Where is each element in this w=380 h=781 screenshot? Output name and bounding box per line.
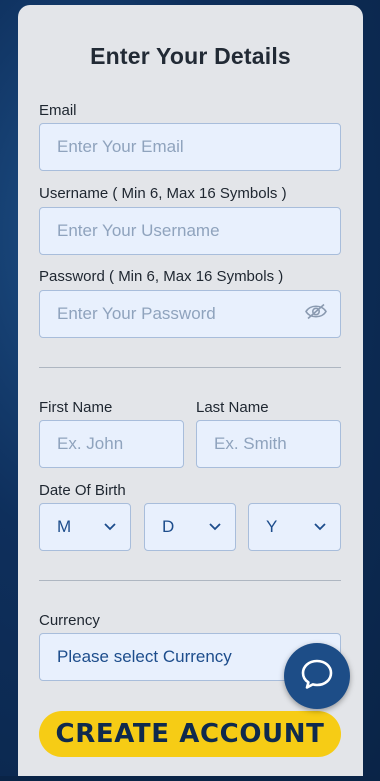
- last-name-input[interactable]: Ex. Smith: [196, 420, 341, 468]
- chevron-down-icon: [209, 518, 221, 536]
- dob-day-select[interactable]: D: [144, 503, 236, 551]
- divider: [39, 367, 341, 368]
- form-title: Enter Your Details: [90, 43, 291, 69]
- dob-month-select[interactable]: M: [39, 503, 131, 551]
- create-account-button[interactable]: CREATE ACCOUNT: [39, 711, 341, 757]
- dob-year-select[interactable]: Y: [248, 503, 341, 551]
- page-footer-strip: [0, 776, 380, 781]
- chevron-down-icon: [314, 518, 326, 536]
- currency-label: Currency: [39, 612, 100, 629]
- first-name-placeholder: Ex. John: [57, 434, 124, 453]
- chevron-down-icon: [104, 518, 116, 536]
- first-name-input[interactable]: Ex. John: [39, 420, 184, 468]
- dob-label: Date Of Birth: [39, 482, 126, 499]
- password-input[interactable]: Enter Your Password: [39, 290, 341, 338]
- password-label: Password ( Min 6, Max 16 Symbols ): [39, 268, 284, 285]
- last-name-placeholder: Ex. Smith: [214, 434, 287, 453]
- password-placeholder: Enter Your Password: [57, 304, 216, 323]
- username-placeholder: Enter Your Username: [57, 221, 220, 240]
- chat-button[interactable]: [284, 643, 350, 709]
- first-name-label: First Name: [39, 399, 113, 416]
- dob-year-value: Y: [266, 517, 278, 536]
- divider: [39, 580, 341, 581]
- currency-value: Please select Currency: [57, 647, 232, 666]
- email-label: Email: [39, 102, 77, 119]
- chat-bubble-icon: [300, 658, 334, 695]
- dob-day-value: D: [162, 517, 175, 536]
- username-label: Username ( Min 6, Max 16 Symbols ): [39, 185, 287, 202]
- dob-month-value: M: [57, 517, 72, 536]
- username-input[interactable]: Enter Your Username: [39, 207, 341, 255]
- eye-slash-icon[interactable]: [304, 303, 328, 326]
- email-placeholder: Enter Your Email: [57, 137, 184, 156]
- last-name-label: Last Name: [196, 399, 269, 416]
- email-input[interactable]: Enter Your Email: [39, 123, 341, 171]
